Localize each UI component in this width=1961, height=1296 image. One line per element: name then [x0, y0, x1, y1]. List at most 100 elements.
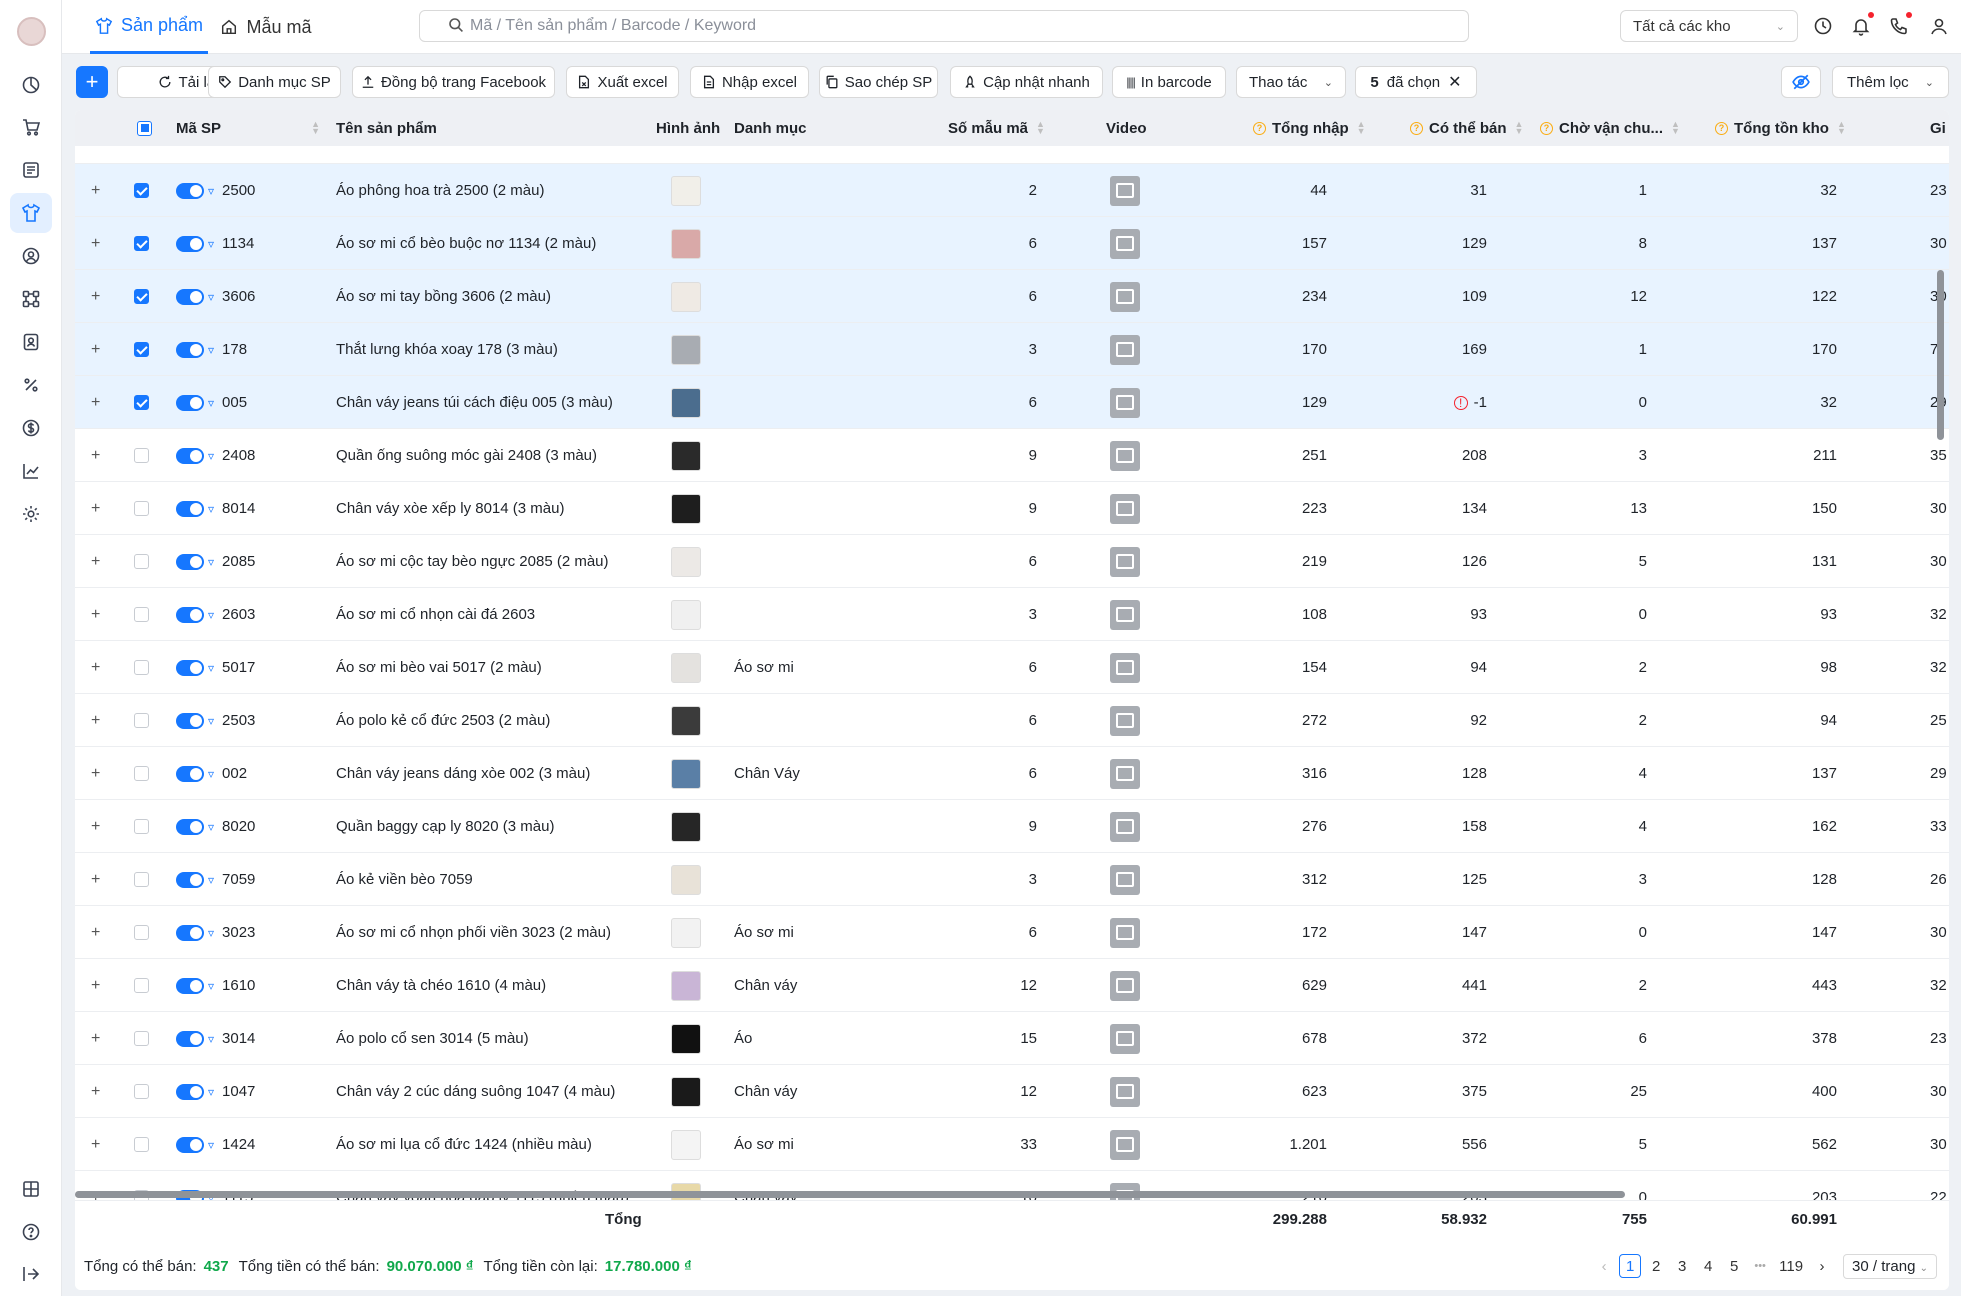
table-row[interactable]: + ▿ 5017 Áo sơ mi bèo vai 5017 (2 màu) Áo sơ… [75, 641, 1949, 694]
product-thumbnail[interactable] [671, 164, 701, 217]
video-placeholder-icon[interactable] [1110, 323, 1140, 376]
product-thumbnail[interactable] [671, 906, 701, 959]
table-row[interactable]: + ▿ 178 Thắt lưng khóa xoay 178 (3 màu) 3 170… [75, 323, 1949, 376]
table-row[interactable]: + ▿ 1134 Áo sơ mi cổ bèo buộc nơ 1134 (2 mà… [75, 217, 1949, 270]
row-checkbox[interactable] [134, 853, 149, 906]
help-icon[interactable] [10, 1212, 52, 1252]
tab-products[interactable]: Sản phẩm [90, 0, 208, 54]
search-input[interactable]: Mã / Tên sản phẩm / Barcode / Keyword [419, 10, 1469, 42]
expand-row-plus-icon[interactable]: + [91, 217, 100, 270]
product-thumbnail[interactable] [671, 1012, 701, 1065]
select-all-checkbox[interactable] [137, 110, 152, 146]
filter-icon[interactable]: ▿ [208, 184, 214, 198]
page-ellipsis[interactable]: ••• [1749, 1254, 1771, 1278]
page-last[interactable]: 119 [1779, 1254, 1803, 1278]
filter-icon[interactable]: ▿ [208, 767, 214, 781]
row-checkbox[interactable] [134, 376, 149, 429]
product-name[interactable]: Chân váy jeans dáng xòe 002 (3 màu) [336, 747, 590, 800]
table-row[interactable]: + ▿ 2503 Áo polo kẻ cổ đức 2503 (2 màu) 6 272… [75, 694, 1949, 747]
reports-chart-icon[interactable] [10, 451, 52, 491]
filter-icon[interactable]: ▿ [208, 926, 214, 940]
copy-product-button[interactable]: Sao chép SP [819, 66, 938, 98]
expand-row-plus-icon[interactable]: + [91, 1065, 100, 1118]
video-placeholder-icon[interactable] [1110, 588, 1140, 641]
filter-icon[interactable]: ▿ [208, 502, 214, 516]
product-name[interactable]: Chân váy jeans túi cách điệu 005 (3 màu) [336, 376, 613, 429]
products-shirt-icon[interactable] [10, 193, 52, 233]
product-thumbnail[interactable] [671, 270, 701, 323]
expand-row-plus-icon[interactable]: + [91, 800, 100, 853]
user-icon[interactable] [1927, 14, 1951, 38]
product-thumbnail[interactable] [671, 588, 701, 641]
discount-icon[interactable] [10, 365, 52, 405]
filter-icon[interactable]: ▿ [208, 343, 214, 357]
table-row[interactable]: + ▿ 1610 Chân váy tà chéo 1610 (4 màu) Chân … [75, 959, 1949, 1012]
filter-icon[interactable]: ▿ [208, 608, 214, 622]
product-thumbnail[interactable] [671, 1065, 701, 1118]
filter-icon[interactable]: ▿ [208, 820, 214, 834]
product-thumbnail[interactable] [671, 482, 701, 535]
row-checkbox[interactable] [134, 535, 149, 588]
active-toggle[interactable] [176, 235, 204, 252]
table-row[interactable]: + ▿ 002 Chân váy jeans dáng xòe 002 (3 màu)… [75, 747, 1949, 800]
video-placeholder-icon[interactable] [1110, 853, 1140, 906]
product-name[interactable]: Áo sơ mi lụa cổ đức 1424 (nhiều màu) [336, 1118, 592, 1171]
product-name[interactable]: Áo polo kẻ cổ đức 2503 (2 màu) [336, 694, 550, 747]
product-name[interactable]: Áo phông hoa trà 2500 (2 màu) [336, 164, 544, 217]
row-checkbox[interactable] [134, 1012, 149, 1065]
product-thumbnail[interactable] [671, 959, 701, 1012]
product-name[interactable]: Quần ống suông móc gài 2408 (3 màu) [336, 429, 597, 482]
video-placeholder-icon[interactable] [1110, 535, 1140, 588]
filter-icon[interactable]: ▿ [208, 237, 214, 251]
product-name[interactable]: Áo sơ mi cộc tay bèo ngực 2085 (2 màu) [336, 535, 609, 588]
table-row[interactable]: + ▿ 2408 Quần ống suông móc gài 2408 (3 màu… [75, 429, 1949, 482]
phone-icon[interactable] [1887, 12, 1912, 38]
active-toggle[interactable] [176, 765, 204, 782]
row-checkbox[interactable] [134, 217, 149, 270]
table-row[interactable]: + ▿ 1047 Chân váy 2 cúc dáng suông 1047 (4 … [75, 1065, 1949, 1118]
column-header-variants[interactable]: Số mẫu mã ▲ ▼ [948, 110, 1045, 146]
video-placeholder-icon[interactable] [1110, 217, 1140, 270]
settings-gear-icon[interactable] [10, 494, 52, 534]
product-thumbnail[interactable] [671, 376, 701, 429]
video-placeholder-icon[interactable] [1110, 429, 1140, 482]
cart-icon[interactable] [10, 107, 52, 147]
active-toggle[interactable] [176, 553, 204, 570]
expand-row-plus-icon[interactable]: + [91, 906, 100, 959]
table-row[interactable]: + ▿ 3014 Áo polo cổ sen 3014 (5 màu) Áo 15 678… [75, 1012, 1949, 1065]
sync-facebook-button[interactable]: Đồng bộ trang Facebook [352, 66, 555, 98]
product-thumbnail[interactable] [671, 323, 701, 376]
video-placeholder-icon[interactable] [1110, 482, 1140, 535]
tab-variants[interactable]: Mẫu mã [218, 0, 314, 54]
active-toggle[interactable] [176, 447, 204, 464]
expand-row-plus-icon[interactable]: + [91, 641, 100, 694]
column-header-total-in[interactable]: ? Tổng nhập ▲ ▼ [1253, 110, 1366, 146]
row-checkbox[interactable] [134, 641, 149, 694]
product-thumbnail[interactable] [671, 694, 701, 747]
next-page-chevron-icon[interactable]: › [1811, 1254, 1833, 1278]
active-toggle[interactable] [176, 394, 204, 411]
filter-icon[interactable]: ▿ [208, 873, 214, 887]
active-toggle[interactable] [176, 288, 204, 305]
brand-logo[interactable] [17, 17, 46, 46]
apps-grid-icon[interactable] [10, 1169, 52, 1209]
page-2[interactable]: 2 [1645, 1254, 1667, 1278]
product-name[interactable]: Áo kẻ viền bèo 7059 [336, 853, 473, 906]
product-name[interactable]: Thắt lưng khóa xoay 178 (3 màu) [336, 323, 558, 376]
product-name[interactable]: Áo sơ mi cổ nhọn phối viền 3023 (2 màu) [336, 906, 611, 959]
active-toggle[interactable] [176, 924, 204, 941]
video-placeholder-icon[interactable] [1110, 694, 1140, 747]
video-placeholder-icon[interactable] [1110, 800, 1140, 853]
page-4[interactable]: 4 [1697, 1254, 1719, 1278]
product-name[interactable]: Áo sơ mi tay bồng 3606 (2 màu) [336, 270, 551, 323]
page-size-select[interactable]: 30 / trang ⌄ [1843, 1253, 1937, 1279]
filter-icon[interactable]: ▿ [208, 1032, 214, 1046]
table-row[interactable]: + ▿ 2603 Áo sơ mi cổ nhọn cài đá 2603 3 108 93… [75, 588, 1949, 641]
expand-row-plus-icon[interactable]: + [91, 588, 100, 641]
horizontal-scrollbar[interactable] [75, 1191, 1625, 1198]
row-checkbox[interactable] [134, 482, 149, 535]
video-placeholder-icon[interactable] [1110, 1118, 1140, 1171]
column-header-stock[interactable]: ? Tổng tồn kho ▲ ▼ [1715, 110, 1846, 146]
column-header-sellable[interactable]: ? Có thể bán ▲ ▼ [1410, 110, 1523, 146]
product-thumbnail[interactable] [671, 535, 701, 588]
